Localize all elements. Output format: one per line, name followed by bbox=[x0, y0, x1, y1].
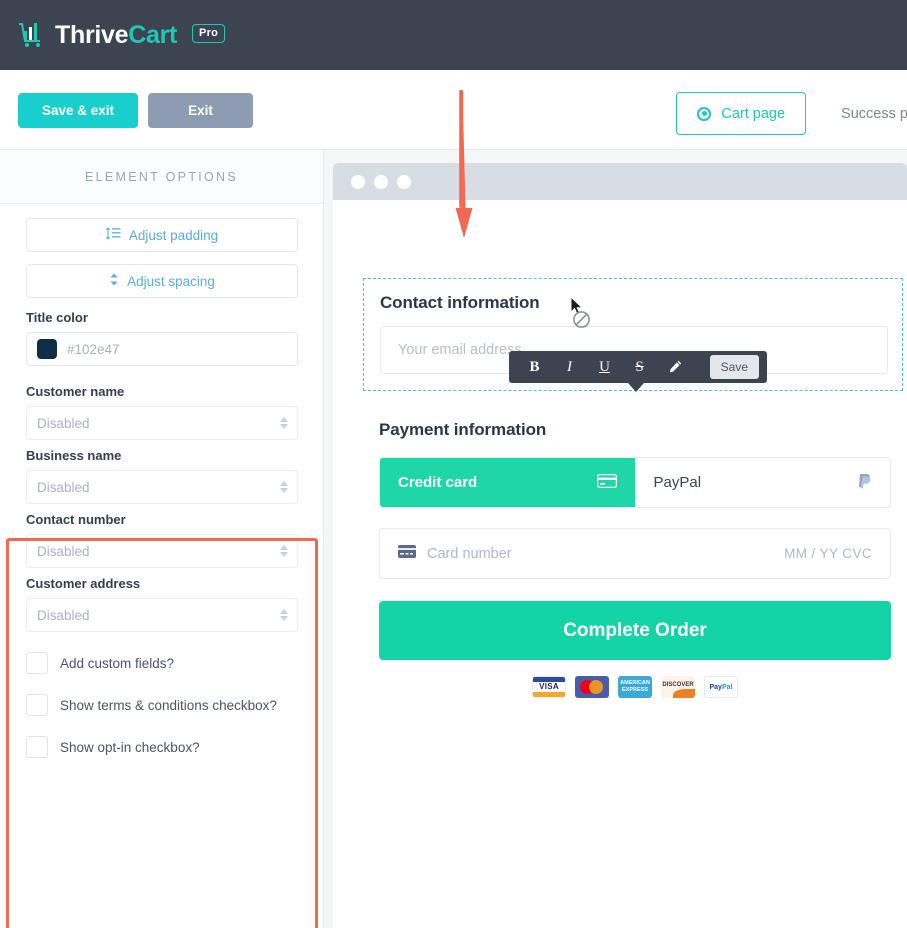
brand-logo[interactable]: ThriveCart Pro bbox=[18, 21, 225, 50]
business-name-value: Disabled bbox=[37, 479, 90, 495]
customer-name-value: Disabled bbox=[37, 415, 90, 431]
business-name-select[interactable]: Disabled bbox=[26, 470, 298, 504]
no-drop-cursor-icon bbox=[572, 310, 591, 334]
show-optin-label: Show opt-in checkbox? bbox=[60, 739, 200, 755]
contact-number-label: Contact number bbox=[26, 512, 126, 527]
brand-name-second: Cart bbox=[128, 20, 178, 49]
title-color-value: #102e47 bbox=[67, 341, 120, 357]
strikethrough-icon[interactable]: S bbox=[622, 351, 657, 383]
mastercard-logo-icon bbox=[575, 676, 609, 698]
stepper-arrows-icon[interactable] bbox=[280, 609, 288, 621]
window-dot-icon bbox=[374, 174, 388, 189]
show-terms-checkbox[interactable] bbox=[26, 694, 48, 716]
accepted-cards-row: VISA AMERICAN EXPRESS DISCOVER Pay Pal bbox=[379, 676, 891, 698]
adjust-spacing-label: Adjust spacing bbox=[127, 273, 215, 289]
payment-method-tabs: Credit card PayPal bbox=[379, 457, 891, 508]
show-terms-label: Show terms & conditions checkbox? bbox=[60, 697, 277, 713]
contact-number-value: Disabled bbox=[37, 543, 90, 559]
tab-success-page-label: Success pa bbox=[841, 105, 907, 122]
card-expiry-cvc-placeholder: MM / YY CVC bbox=[784, 546, 872, 561]
exit-button[interactable]: Exit bbox=[148, 93, 253, 128]
stepper-arrows-icon[interactable] bbox=[280, 545, 288, 557]
credit-card-tab-label: Credit card bbox=[398, 474, 478, 491]
payment-section-title: Payment information bbox=[379, 420, 547, 439]
card-number-placeholder: Card number bbox=[427, 545, 512, 562]
stepper-arrows-icon[interactable] bbox=[280, 417, 288, 429]
updown-arrow-icon bbox=[109, 273, 119, 289]
element-options-sidebar: ELEMENT OPTIONS Adjust padding Adjust sp… bbox=[0, 150, 324, 928]
plan-badge: Pro bbox=[192, 23, 225, 43]
adjust-spacing-button[interactable]: Adjust spacing bbox=[26, 264, 298, 298]
app-header: ThriveCart Pro bbox=[0, 0, 907, 70]
radio-selected-icon bbox=[697, 106, 712, 121]
tab-cart-page-label: Cart page bbox=[721, 105, 786, 122]
rich-text-toolbar: B I U S Save bbox=[509, 351, 767, 383]
thrivecart-cart-editor: ThriveCart Pro Save & exit Exit Cart pag… bbox=[0, 0, 907, 928]
window-dot-icon bbox=[397, 174, 411, 189]
annotation-arrow-icon bbox=[440, 88, 488, 240]
business-name-label: Business name bbox=[26, 448, 122, 463]
save-and-exit-button[interactable]: Save & exit bbox=[18, 93, 138, 128]
show-optin-checkbox[interactable] bbox=[26, 736, 48, 758]
tab-cart-page[interactable]: Cart page bbox=[676, 92, 807, 135]
sidebar-title: ELEMENT OPTIONS bbox=[0, 150, 323, 204]
credit-card-small-icon bbox=[398, 544, 416, 563]
paypal-icon bbox=[858, 473, 872, 493]
payment-tab-paypal[interactable]: PayPal bbox=[634, 458, 891, 507]
customer-address-label: Customer address bbox=[26, 576, 141, 591]
discover-logo-icon: DISCOVER bbox=[661, 676, 695, 698]
customer-fields-group: Customer name Disabled Business name Dis… bbox=[0, 384, 323, 758]
color-swatch[interactable] bbox=[37, 339, 57, 359]
paypal-logo-icon: Pay Pal bbox=[704, 676, 738, 698]
add-custom-fields-checkbox-row[interactable]: Add custom fields? bbox=[26, 652, 297, 674]
show-terms-checkbox-row[interactable]: Show terms & conditions checkbox? bbox=[26, 694, 297, 716]
preview-canvas: B I U S Save Contact information Your em… bbox=[333, 200, 907, 928]
italic-icon[interactable]: I bbox=[552, 351, 587, 383]
complete-order-button[interactable]: Complete Order bbox=[379, 601, 891, 660]
card-number-input[interactable]: Card number MM / YY CVC bbox=[379, 528, 891, 579]
email-placeholder: Your email address bbox=[398, 342, 522, 358]
customer-address-select[interactable]: Disabled bbox=[26, 598, 298, 632]
underline-icon[interactable]: U bbox=[587, 351, 622, 383]
brand-name-first: Thrive bbox=[55, 20, 129, 49]
contact-number-select[interactable]: Disabled bbox=[26, 534, 298, 568]
payment-tab-credit-card[interactable]: Credit card bbox=[380, 458, 635, 507]
customer-name-label: Customer name bbox=[26, 384, 125, 399]
show-optin-checkbox-row[interactable]: Show opt-in checkbox? bbox=[26, 736, 297, 758]
payment-information-section: Payment information Credit card PayPal C… bbox=[379, 420, 891, 698]
tab-success-page[interactable]: Success pa bbox=[820, 92, 907, 135]
add-custom-fields-label: Add custom fields? bbox=[60, 655, 175, 671]
brand-name: ThriveCart bbox=[55, 21, 177, 50]
adjust-padding-button[interactable]: Adjust padding bbox=[26, 218, 298, 252]
toolbar-caret-icon bbox=[628, 383, 644, 392]
page-tab-group: Cart page Success pa bbox=[676, 92, 907, 135]
window-dot-icon bbox=[351, 174, 365, 189]
credit-card-icon bbox=[596, 473, 617, 492]
padding-lines-icon bbox=[105, 227, 121, 243]
preview-browser-chrome bbox=[333, 163, 907, 200]
bold-icon[interactable]: B bbox=[517, 351, 552, 383]
contact-section-title: Contact information bbox=[380, 293, 540, 312]
shopping-cart-bars-icon bbox=[18, 22, 46, 48]
cart-preview-pane: B I U S Save Contact information Your em… bbox=[324, 150, 907, 928]
paypal-tab-label: PayPal bbox=[653, 474, 702, 491]
add-custom-fields-checkbox[interactable] bbox=[26, 652, 48, 674]
title-color-label: Title color bbox=[26, 310, 88, 325]
stepper-arrows-icon[interactable] bbox=[280, 481, 288, 493]
customer-name-select[interactable]: Disabled bbox=[26, 406, 298, 440]
adjust-padding-label: Adjust padding bbox=[128, 227, 219, 243]
american-express-logo-icon: AMERICAN EXPRESS bbox=[618, 676, 652, 698]
customer-address-value: Disabled bbox=[37, 607, 90, 623]
sidebar-top-controls: Adjust padding Adjust spacing Title colo… bbox=[0, 204, 323, 366]
toolbar-save-button[interactable]: Save bbox=[709, 355, 759, 379]
title-color-input[interactable]: #102e47 bbox=[26, 332, 298, 366]
visa-logo-icon: VISA bbox=[532, 676, 566, 698]
marker-pen-icon[interactable] bbox=[657, 351, 692, 383]
